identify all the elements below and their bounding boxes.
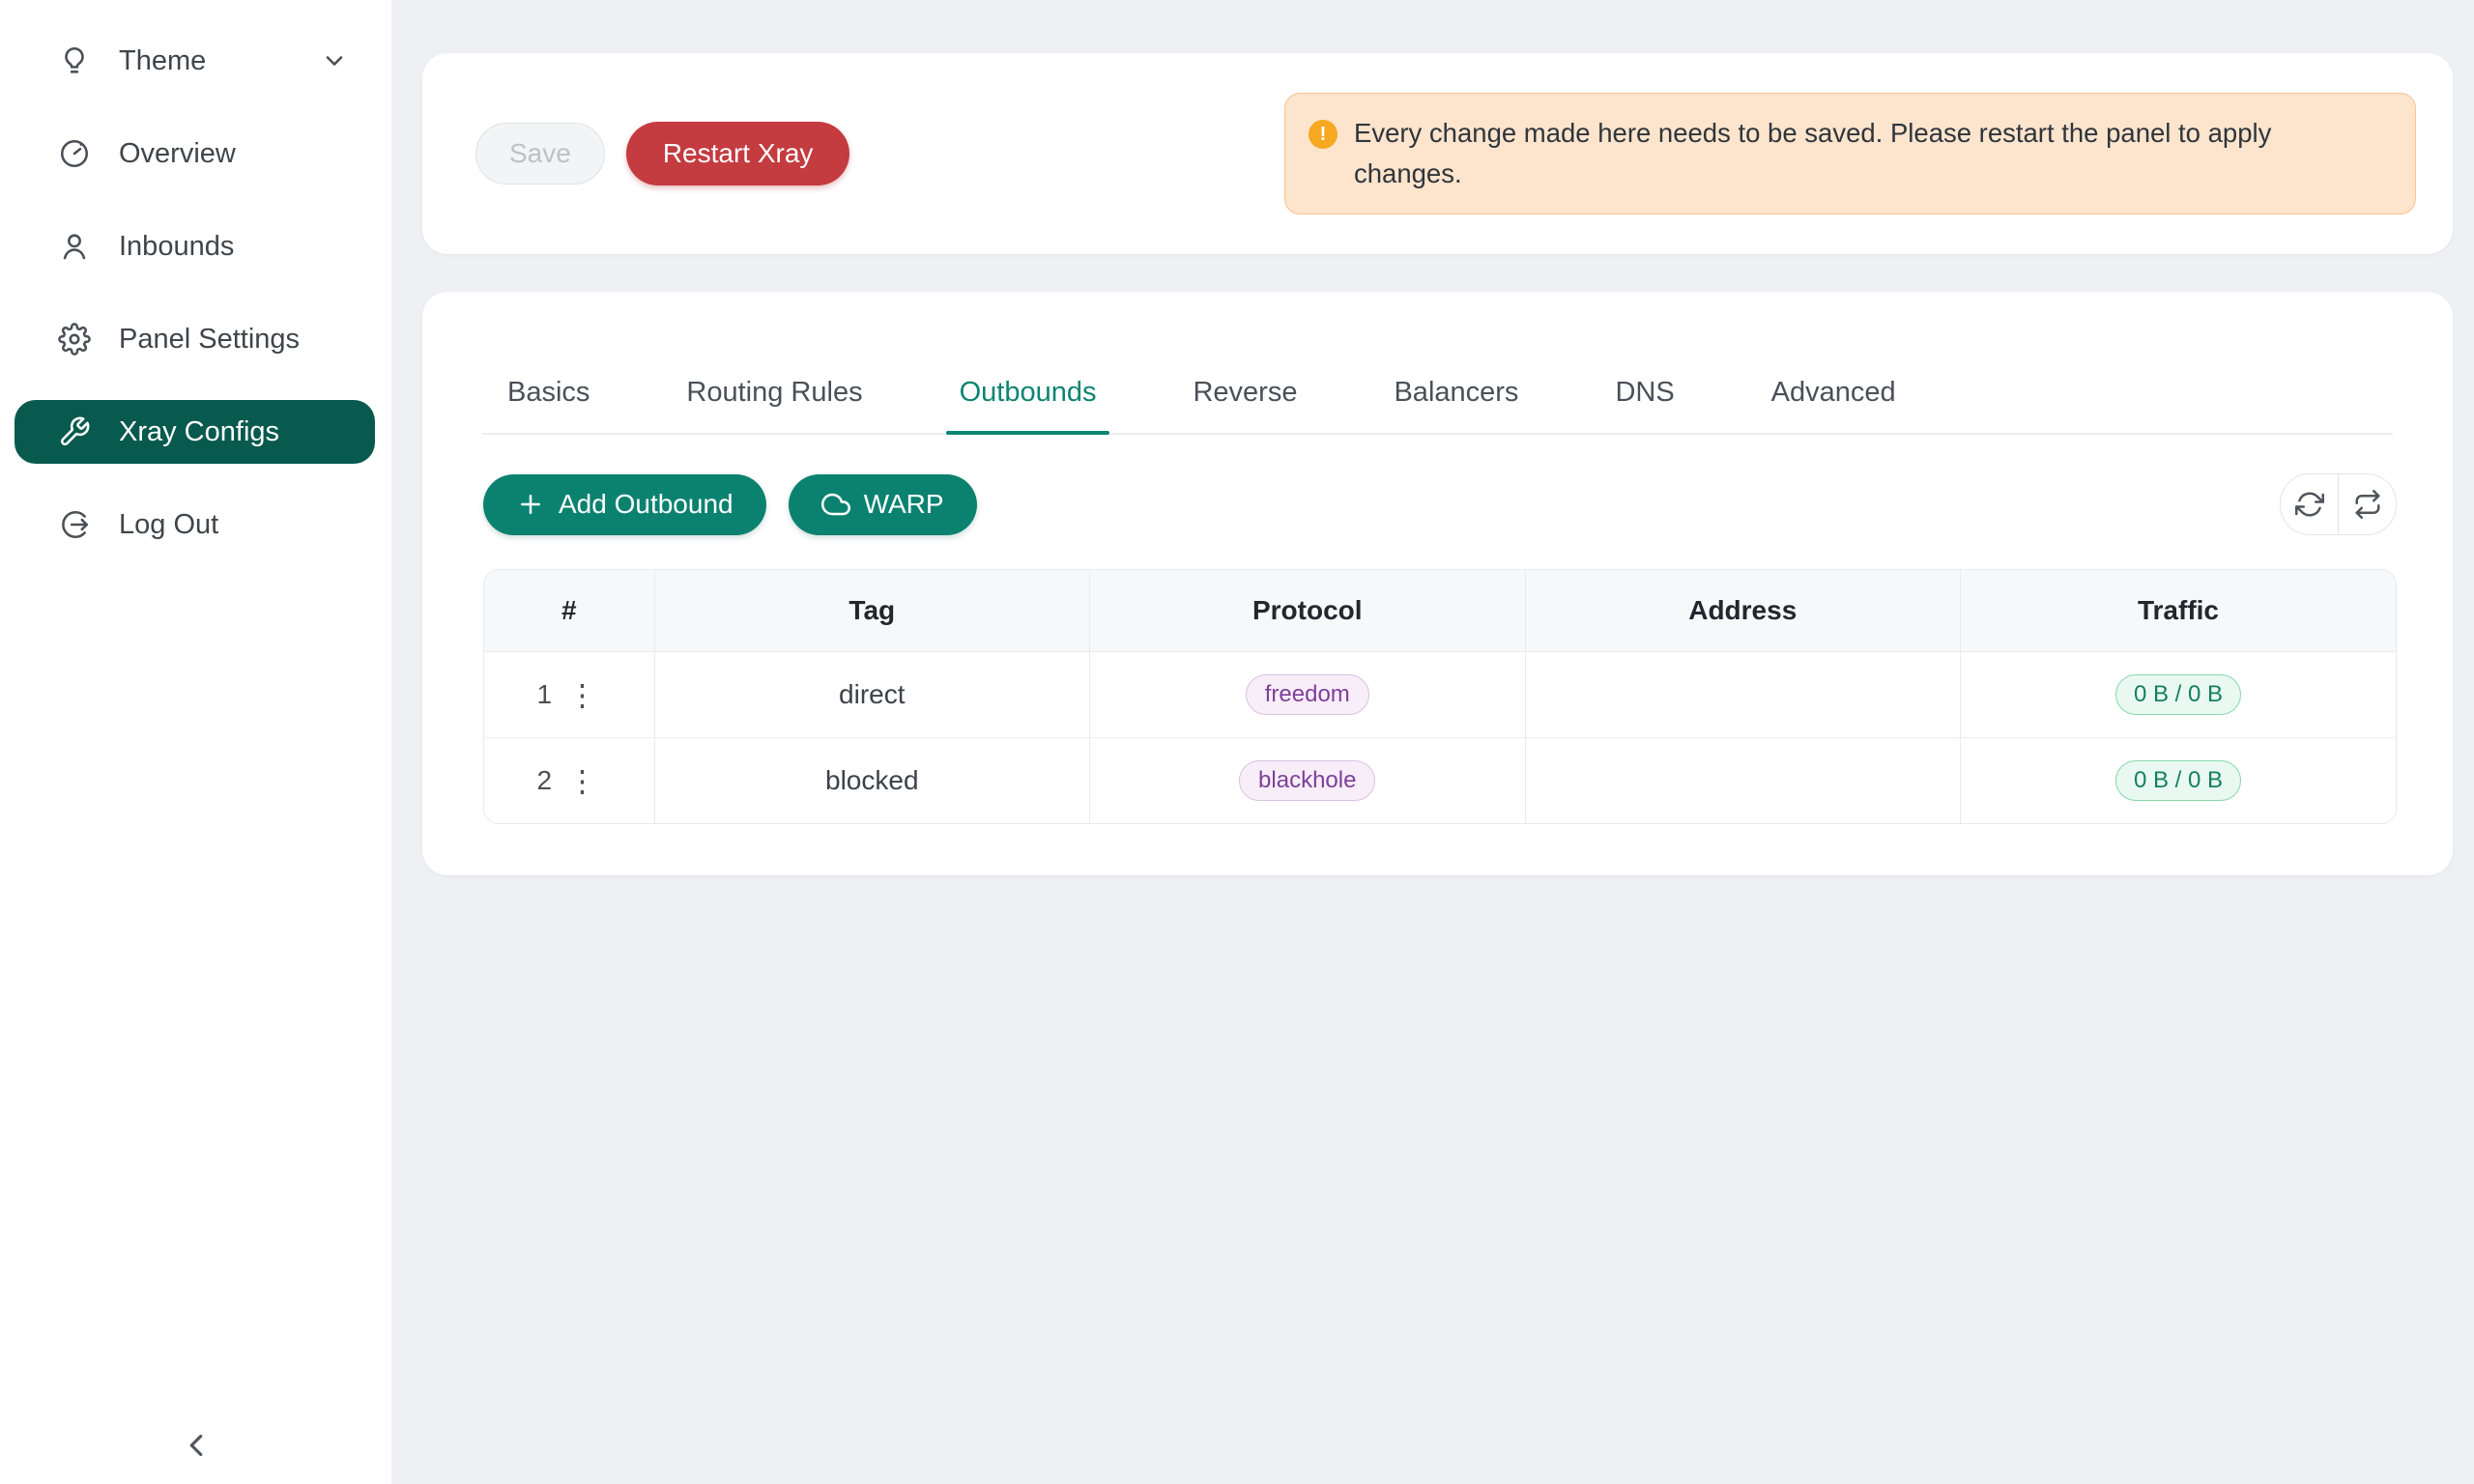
protocol-badge: freedom bbox=[1246, 674, 1369, 715]
chevron-left-icon bbox=[178, 1427, 215, 1469]
outbounds-actions-row: Add Outbound WARP bbox=[483, 473, 2397, 535]
warning-icon: ! bbox=[1309, 120, 1338, 149]
table-row: 1 ⋮ direct freedom 0 B / 0 B bbox=[484, 652, 2396, 738]
traffic-badge: 0 B / 0 B bbox=[2115, 674, 2241, 715]
sidebar-collapse-button[interactable] bbox=[0, 1427, 391, 1469]
toggle-view-button[interactable] bbox=[2338, 474, 2396, 534]
tab-reverse[interactable]: Reverse bbox=[1193, 377, 1297, 433]
user-icon bbox=[58, 230, 91, 263]
sidebar-item-label: Xray Configs bbox=[119, 416, 279, 448]
repeat-icon bbox=[2353, 490, 2382, 519]
refresh-button[interactable] bbox=[2281, 474, 2338, 534]
table-row: 2 ⋮ blocked blackhole 0 B / 0 B bbox=[484, 738, 2396, 824]
wrench-icon bbox=[58, 415, 91, 448]
gauge-icon bbox=[58, 137, 91, 170]
address-cell bbox=[1525, 738, 1960, 824]
sidebar-item-label: Log Out bbox=[119, 509, 218, 541]
column-header-address: Address bbox=[1525, 570, 1960, 652]
sidebar-item-label: Overview bbox=[119, 138, 236, 170]
alert-text: Every change made here needs to be saved… bbox=[1354, 113, 2386, 194]
tag-cell: blocked bbox=[654, 738, 1089, 824]
row-menu-icon[interactable]: ⋮ bbox=[563, 766, 601, 796]
refresh-icon bbox=[2295, 490, 2324, 519]
save-button[interactable]: Save bbox=[475, 123, 605, 185]
restart-warning-alert: ! Every change made here needs to be sav… bbox=[1284, 93, 2416, 214]
column-header-traffic: Traffic bbox=[1960, 570, 2396, 652]
tag-cell: direct bbox=[654, 652, 1089, 738]
sidebar-nav: Theme Overview bbox=[0, 0, 391, 556]
row-index: 1 bbox=[536, 679, 552, 710]
warp-button[interactable]: WARP bbox=[789, 474, 977, 535]
plus-icon bbox=[516, 490, 545, 519]
column-header-index: # bbox=[484, 570, 654, 652]
sidebar: Theme Overview bbox=[0, 0, 391, 1484]
tab-routing-rules[interactable]: Routing Rules bbox=[686, 377, 862, 433]
address-cell bbox=[1525, 652, 1960, 738]
tab-outbounds[interactable]: Outbounds bbox=[960, 377, 1097, 433]
sidebar-item-inbounds[interactable]: Inbounds bbox=[14, 214, 375, 278]
sidebar-item-label: Panel Settings bbox=[119, 324, 300, 356]
lightbulb-icon bbox=[58, 44, 91, 77]
chevron-down-icon bbox=[321, 47, 348, 74]
tab-dns[interactable]: DNS bbox=[1615, 377, 1674, 433]
xray-config-card: Basics Routing Rules Outbounds Reverse B… bbox=[422, 292, 2453, 875]
add-outbound-label: Add Outbound bbox=[559, 489, 734, 520]
column-header-protocol: Protocol bbox=[1090, 570, 1525, 652]
table-header-row: # Tag Protocol Address Traffic bbox=[484, 570, 2396, 652]
sidebar-item-theme[interactable]: Theme bbox=[14, 29, 375, 93]
outbounds-table: # Tag Protocol Address Traffic 1 bbox=[483, 569, 2397, 824]
tab-balancers[interactable]: Balancers bbox=[1394, 377, 1518, 433]
row-menu-icon[interactable]: ⋮ bbox=[563, 680, 601, 710]
main-content: Save Restart Xray ! Every change made he… bbox=[391, 0, 2474, 1484]
config-tab-bar: Basics Routing Rules Outbounds Reverse B… bbox=[482, 292, 2393, 435]
table-tools-group bbox=[2280, 473, 2397, 535]
tab-basics[interactable]: Basics bbox=[507, 377, 590, 433]
gear-icon bbox=[58, 323, 91, 356]
tab-advanced[interactable]: Advanced bbox=[1771, 377, 1896, 433]
logout-icon bbox=[58, 508, 91, 541]
sidebar-item-panel-settings[interactable]: Panel Settings bbox=[14, 307, 375, 371]
cloud-icon bbox=[821, 490, 850, 519]
sidebar-item-overview[interactable]: Overview bbox=[14, 122, 375, 186]
row-index: 2 bbox=[536, 765, 552, 796]
restart-xray-button[interactable]: Restart Xray bbox=[626, 122, 850, 186]
sidebar-item-label: Inbounds bbox=[119, 231, 234, 263]
sidebar-item-label: Theme bbox=[119, 45, 206, 77]
column-header-tag: Tag bbox=[654, 570, 1089, 652]
xray-panel-screen: Theme Overview bbox=[0, 0, 2474, 1484]
protocol-badge: blackhole bbox=[1239, 760, 1375, 801]
warp-label: WARP bbox=[864, 489, 944, 520]
toolbar-card: Save Restart Xray ! Every change made he… bbox=[422, 53, 2453, 254]
add-outbound-button[interactable]: Add Outbound bbox=[483, 474, 766, 535]
sidebar-item-xray-configs[interactable]: Xray Configs bbox=[14, 400, 375, 464]
traffic-badge: 0 B / 0 B bbox=[2115, 760, 2241, 801]
sidebar-item-log-out[interactable]: Log Out bbox=[14, 493, 375, 556]
